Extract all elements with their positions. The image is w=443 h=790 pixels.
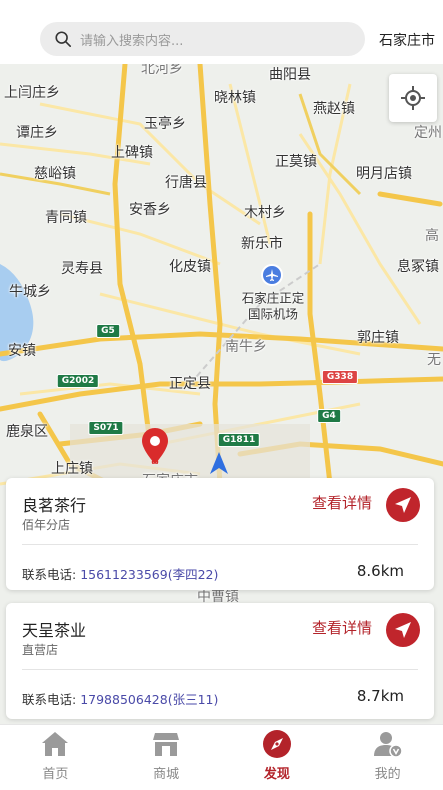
map-label: 北河乡 xyxy=(141,64,183,77)
map-label: 上庄镇 xyxy=(51,461,93,477)
highway-shield: G5 xyxy=(96,324,120,338)
contact-name: (李四22) xyxy=(167,567,219,582)
navigate-button[interactable] xyxy=(386,613,420,647)
map-label: 新乐市 xyxy=(241,236,283,252)
map-label: 青同镇 xyxy=(45,210,87,226)
highway-shield: G4 xyxy=(317,409,341,423)
locate-me-button[interactable] xyxy=(389,74,437,122)
phone-label: 联系电话: xyxy=(22,692,77,707)
distance: 8.6km xyxy=(356,562,404,580)
shop-icon xyxy=(153,733,180,756)
map-pin-icon[interactable] xyxy=(142,428,168,464)
divider xyxy=(22,669,418,670)
tab-home[interactable]: 首页 xyxy=(0,725,111,790)
store-type: 佰年分店 xyxy=(22,518,71,532)
store-card[interactable]: 良茗茶行 佰年分店 查看详情 联系电话: 15611233569(李四22) 8… xyxy=(6,478,434,590)
store-type: 直营店 xyxy=(22,643,59,657)
home-icon xyxy=(42,732,69,756)
map-label: 定州 xyxy=(414,125,442,141)
map-label: 正定县 xyxy=(169,376,211,392)
map-label: 高 xyxy=(425,228,439,244)
map-label: 安镇 xyxy=(8,343,36,359)
navigation-arrow-icon xyxy=(395,622,411,638)
store-name: 天呈茶业 xyxy=(22,621,87,640)
highway-shield: S071 xyxy=(88,421,124,435)
map-label: 曲阳县 xyxy=(269,67,311,83)
highway-shield: G338 xyxy=(321,370,359,384)
map-label: 明月店镇 xyxy=(356,166,412,182)
phone-number[interactable]: 17988506428 xyxy=(80,692,167,707)
tab-label: 发现 xyxy=(263,767,290,782)
search-input[interactable]: 请输入搜索内容... xyxy=(40,22,365,56)
map-label: 牛城乡 xyxy=(9,284,51,300)
map-label: 上碑镇 xyxy=(111,145,153,161)
store-name: 良茗茶行 xyxy=(22,496,87,515)
compass-icon xyxy=(262,730,291,758)
navigation-arrow-icon xyxy=(395,497,411,513)
tab-profile[interactable]: 我的 xyxy=(332,725,443,790)
phone-row: 联系电话: 15611233569(李四22) xyxy=(22,564,218,583)
map-label: 晓林镇 xyxy=(214,90,256,106)
store-card[interactable]: 天呈茶业 直营店 查看详情 联系电话: 17988506428(张三11) 8.… xyxy=(6,603,434,719)
tab-label: 我的 xyxy=(374,767,401,782)
map-label: 木村乡 xyxy=(244,205,286,221)
crosshair-icon xyxy=(401,86,425,110)
top-bar: 请输入搜索内容... 石家庄市 xyxy=(0,0,443,64)
map-label: 郭庄镇 xyxy=(357,330,399,346)
phone-label: 联系电话: xyxy=(22,567,77,582)
view-details-button[interactable]: 查看详情 xyxy=(312,492,372,513)
search-placeholder: 请输入搜索内容... xyxy=(80,33,184,49)
map-label: 谭庄乡 xyxy=(16,125,58,141)
map-label: 安香乡 xyxy=(129,202,171,218)
search-icon xyxy=(55,31,72,48)
map-label: 行唐县 xyxy=(165,175,207,191)
map-label: 无 xyxy=(427,352,441,368)
map-label: 慈峪镇 xyxy=(34,166,76,182)
current-location-icon xyxy=(210,452,228,474)
view-details-button[interactable]: 查看详情 xyxy=(312,617,372,638)
map-label: 鹿泉区 xyxy=(6,424,48,440)
divider xyxy=(22,544,418,545)
map-label: 正莫镇 xyxy=(275,154,317,170)
phone-number[interactable]: 15611233569 xyxy=(80,567,167,582)
app-screen: 请输入搜索内容... 石家庄市 北河乡 曲阳县 上闫庄乡 晓林镇 燕赵镇 玉亭乡… xyxy=(0,0,443,790)
map-label: 上闫庄乡 xyxy=(4,85,60,101)
navigate-button[interactable] xyxy=(386,488,420,522)
tab-label: 商城 xyxy=(153,767,180,782)
bottom-tab-bar: 首页 商城 发现 我的 xyxy=(0,724,443,790)
map-label: 玉亭乡 xyxy=(144,116,186,132)
city-selector[interactable]: 石家庄市 xyxy=(379,30,435,50)
highway-shield: G1811 xyxy=(217,433,261,447)
tab-discover[interactable]: 发现 xyxy=(222,725,333,790)
distance: 8.7km xyxy=(356,687,404,705)
contact-name: (张三11) xyxy=(167,692,219,707)
tab-shop[interactable]: 商城 xyxy=(111,725,222,790)
map-label: 息冢镇 xyxy=(397,259,439,275)
map-label: 燕赵镇 xyxy=(313,101,355,117)
map-label: 国际机场 xyxy=(247,306,299,322)
airport-icon xyxy=(261,264,283,286)
map-label: 灵寿县 xyxy=(61,261,103,277)
tab-label: 首页 xyxy=(42,767,69,782)
user-icon xyxy=(373,732,403,758)
map-label: 化皮镇 xyxy=(169,259,211,275)
map-label: 南牛乡 xyxy=(225,339,267,355)
highway-shield: G2002 xyxy=(56,374,100,388)
phone-row: 联系电话: 17988506428(张三11) xyxy=(22,689,218,708)
